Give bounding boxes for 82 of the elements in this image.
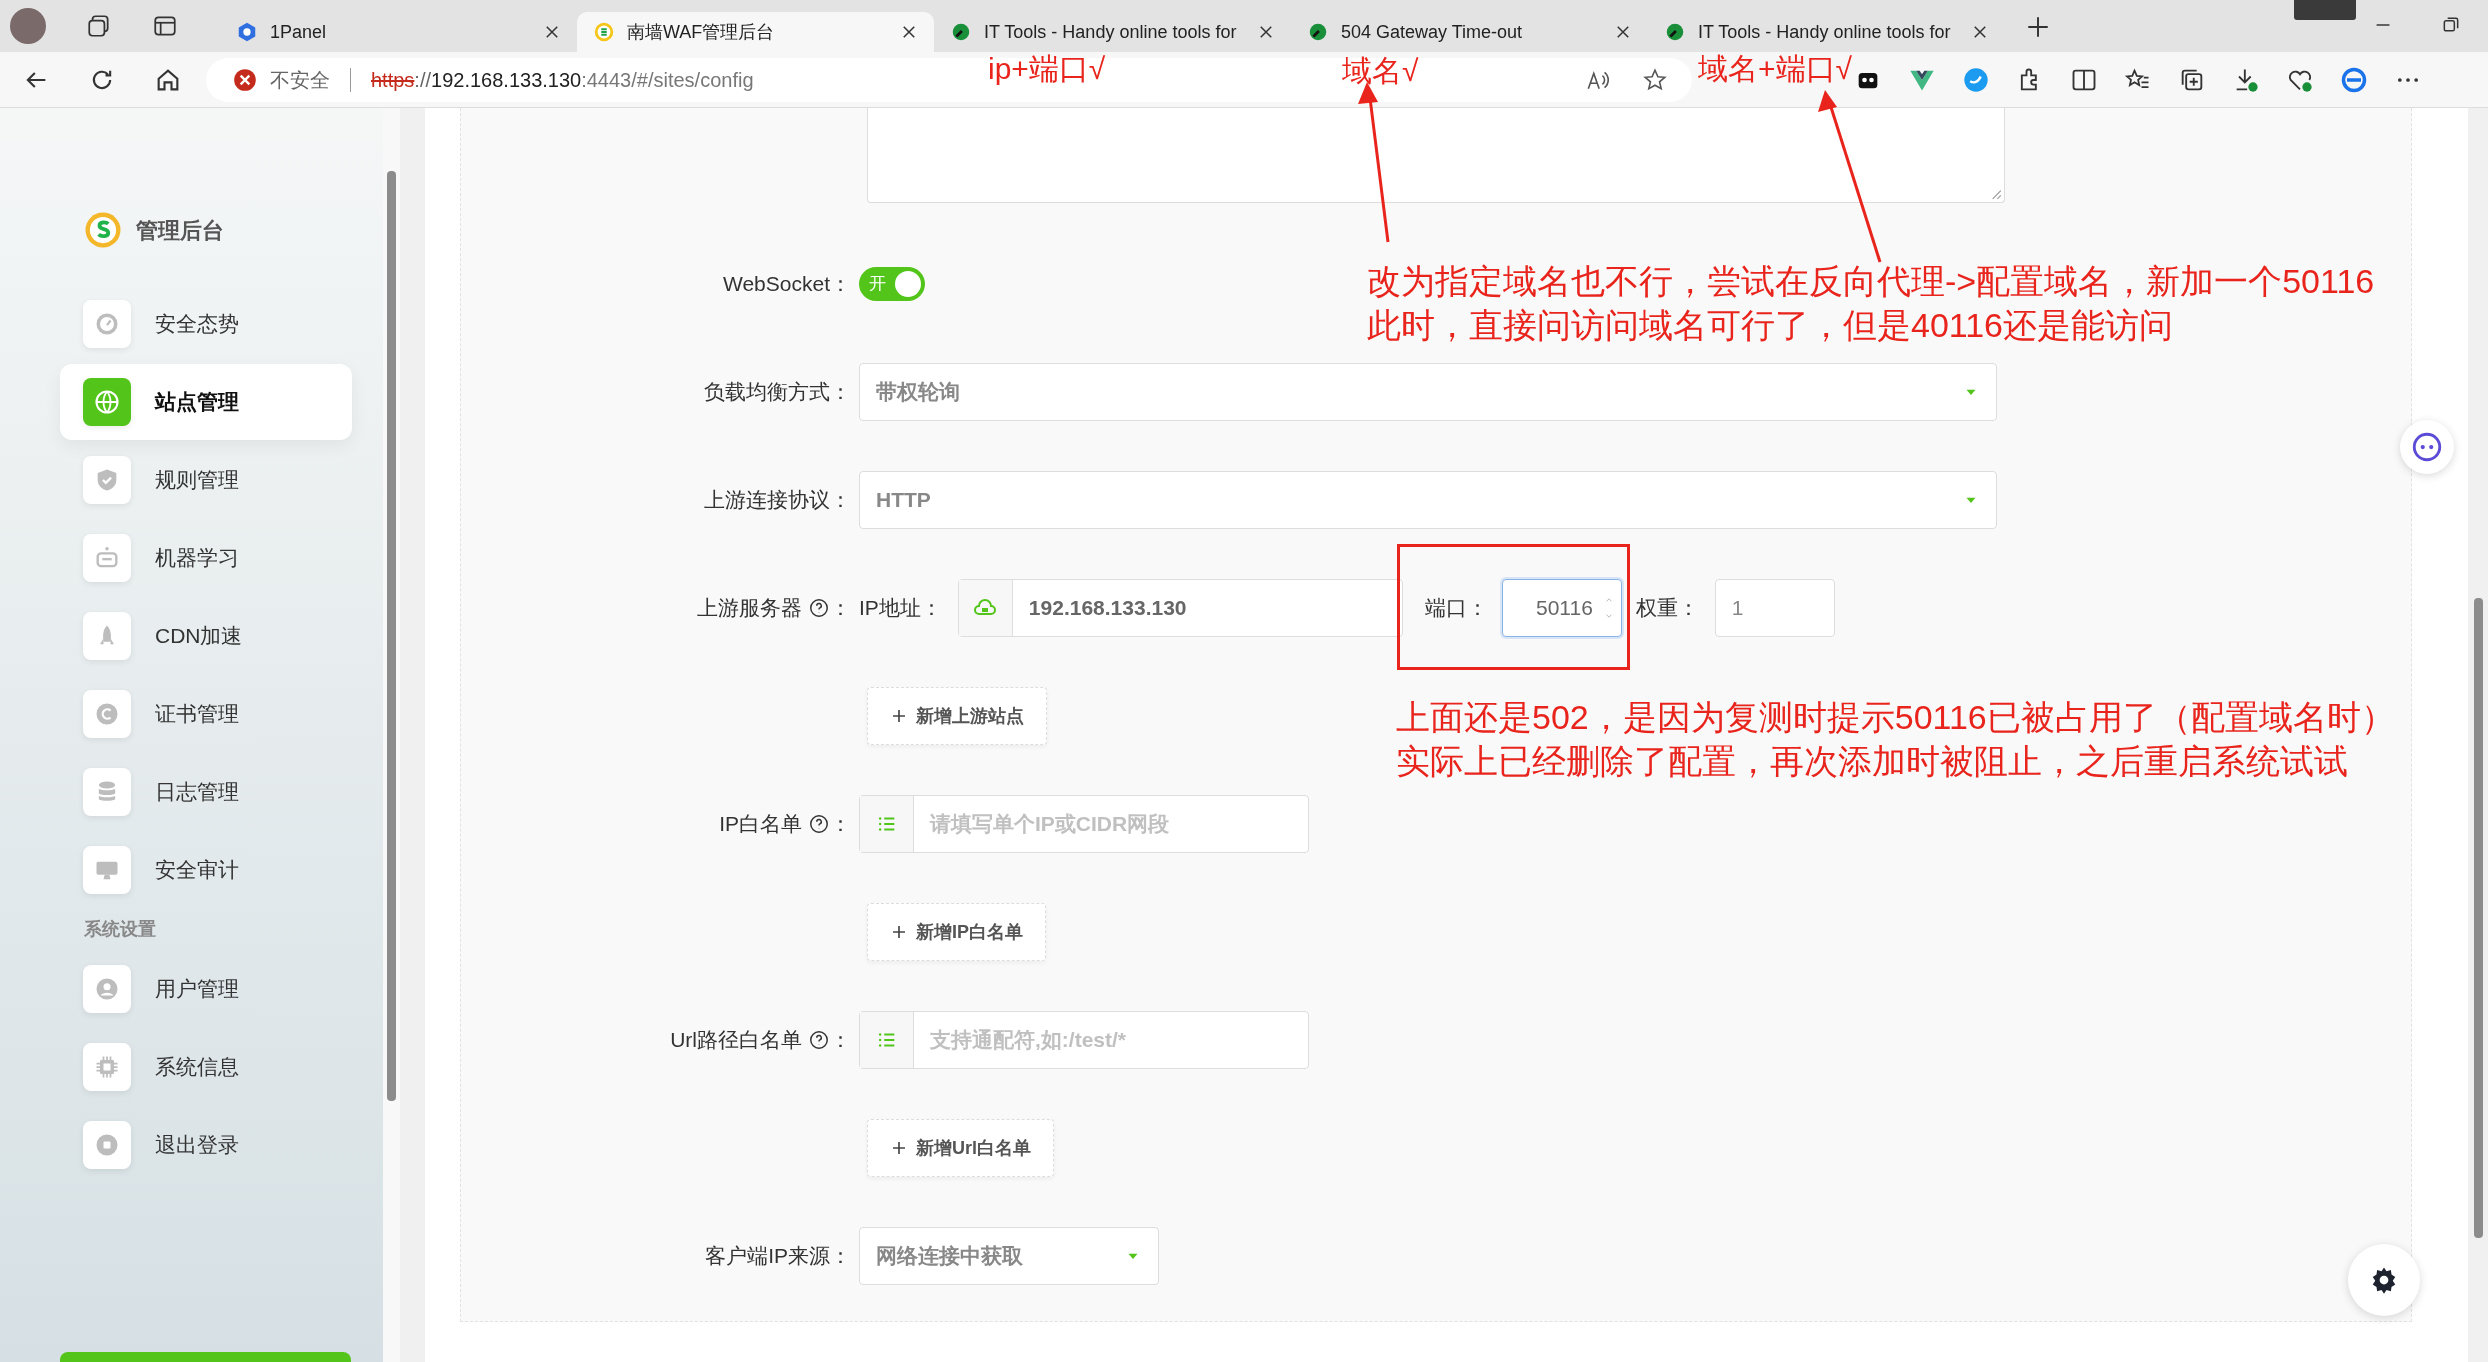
close-icon[interactable]	[900, 23, 918, 41]
field-label: 上游服务器	[697, 595, 802, 622]
field-label: 上游连接协议：	[704, 487, 851, 514]
annotation-text: 域名+端口√	[1698, 54, 1852, 84]
sidebar-item[interactable]: 日志管理	[60, 754, 352, 830]
sidebar-item[interactable]: 用户管理	[60, 951, 352, 1027]
field-label-colon: ：	[830, 811, 851, 838]
browser-tab[interactable]: 504 Gateway Time-out	[1291, 12, 1648, 52]
add-button[interactable]: 新增IP白名单	[867, 903, 1046, 961]
annotation-text: 域名√	[1342, 56, 1419, 86]
screen-thumbnail	[2294, 0, 2356, 20]
annotation-text: 实际上已经删除了配置，再次添加时被阻止，之后重启系统试试	[1396, 744, 2348, 778]
sidebar-item[interactable]: 站点管理	[60, 364, 352, 440]
sidebar-item[interactable]: 证书管理	[60, 676, 352, 752]
tab-favicon-icon	[1664, 21, 1686, 43]
browser-tab[interactable]: IT Tools - Handy online tools for	[1648, 12, 2005, 52]
select-field[interactable]: 网络连接中获取	[859, 1227, 1159, 1285]
close-icon[interactable]	[1257, 23, 1275, 41]
annotation-text: 改为指定域名也不行，尝试在反向代理->配置域名，新加一个50116	[1367, 264, 2375, 298]
tab-title: 1Panel	[270, 20, 328, 44]
scrollbar-thumb[interactable]	[2473, 598, 2483, 1238]
add-button[interactable]: 新增Url白名单	[867, 1119, 1054, 1177]
field-label-colon: ：	[830, 595, 851, 622]
browser-tab[interactable]: 1Panel	[220, 12, 577, 52]
field-label: IP地址：	[859, 595, 942, 622]
url-text: https://192.168.133.130:4443/#/sites/config	[371, 67, 754, 93]
sidebar-toggle-icon[interactable]	[152, 13, 178, 39]
error-icon	[232, 66, 258, 93]
section-heading: 系统设置	[83, 918, 157, 941]
tab-favicon-icon	[593, 21, 615, 43]
close-icon[interactable]	[1971, 23, 1989, 41]
avatar-icon[interactable]	[10, 8, 46, 44]
tab-favicon-icon	[236, 21, 258, 43]
tabs-icon[interactable]	[86, 13, 112, 39]
add-button[interactable]: 新增上游站点	[867, 687, 1047, 745]
favorite-icon[interactable]	[1642, 66, 1668, 93]
annotation-text: 上面还是502，是因为复测时提示50116已被占用了（配置域名时）	[1396, 700, 2395, 734]
select-field[interactable]: 带权轮询	[859, 363, 1997, 421]
plus-icon	[890, 923, 908, 941]
tab-title: IT Tools - Handy online tools for	[1698, 20, 1952, 44]
help-icon[interactable]	[808, 597, 830, 619]
scrollbar-thumb[interactable]	[387, 171, 396, 1101]
field-label-colon: ：	[830, 1027, 851, 1054]
new-tab-icon[interactable]	[2025, 14, 2051, 40]
plus-icon	[890, 707, 908, 725]
sidebar-item[interactable]: 退出登录	[60, 1107, 352, 1183]
tab-favicon-icon	[1307, 21, 1329, 43]
security-warning: 不安全	[270, 67, 330, 93]
port-input-field[interactable]: 50116	[1501, 579, 1622, 637]
tab-title: 504 Gateway Time-out	[1341, 20, 1524, 44]
field-label: 权重：	[1635, 595, 1699, 622]
weight-input-field[interactable]: 1	[1714, 579, 1835, 637]
help-icon[interactable]	[808, 813, 830, 835]
app-title: 管理后台	[136, 216, 224, 245]
annotation-text: 此时，直接问访问域名可行了，但是40116还是能访问	[1367, 308, 2174, 342]
field-label: 负载均衡方式：	[704, 379, 851, 406]
sidebar-item[interactable]: 安全审计	[60, 832, 352, 908]
browser-tab[interactable]: 南墙WAF管理后台	[577, 12, 934, 52]
plus-icon	[890, 1139, 908, 1157]
select-field[interactable]: HTTP	[859, 471, 1997, 529]
tab-favicon-icon	[950, 21, 972, 43]
field-label: 端口：	[1424, 595, 1488, 622]
sidebar-item[interactable]: CDN加速	[60, 598, 352, 674]
help-icon[interactable]	[808, 1029, 830, 1051]
robot-face-icon	[2410, 430, 2444, 464]
field-label: IP白名单	[719, 811, 802, 838]
sidebar-item[interactable]: 系统信息	[60, 1029, 352, 1105]
nav-icon	[93, 388, 121, 416]
sidebar-item[interactable]: 机器学习	[60, 520, 352, 596]
ip-input-field[interactable]: 192.168.133.130	[957, 579, 1403, 637]
close-icon[interactable]	[543, 23, 561, 41]
field-label: Url路径白名单	[670, 1027, 802, 1054]
close-icon[interactable]	[1614, 23, 1632, 41]
sidebar-item[interactable]: 规则管理	[60, 442, 352, 518]
tab-title: IT Tools - Handy online tools for	[984, 20, 1238, 44]
restore-icon[interactable]	[2441, 15, 2461, 35]
field-label: WebSocket：	[723, 271, 851, 298]
sidebar-item[interactable]: 安全态势	[60, 286, 352, 362]
tab-title: 南墙WAF管理后台	[627, 20, 776, 44]
annotation-text: ip+端口√	[988, 54, 1106, 84]
browser-tab[interactable]: IT Tools - Handy online tools for	[934, 12, 1291, 52]
field-label: 客户端IP来源：	[705, 1243, 851, 1270]
